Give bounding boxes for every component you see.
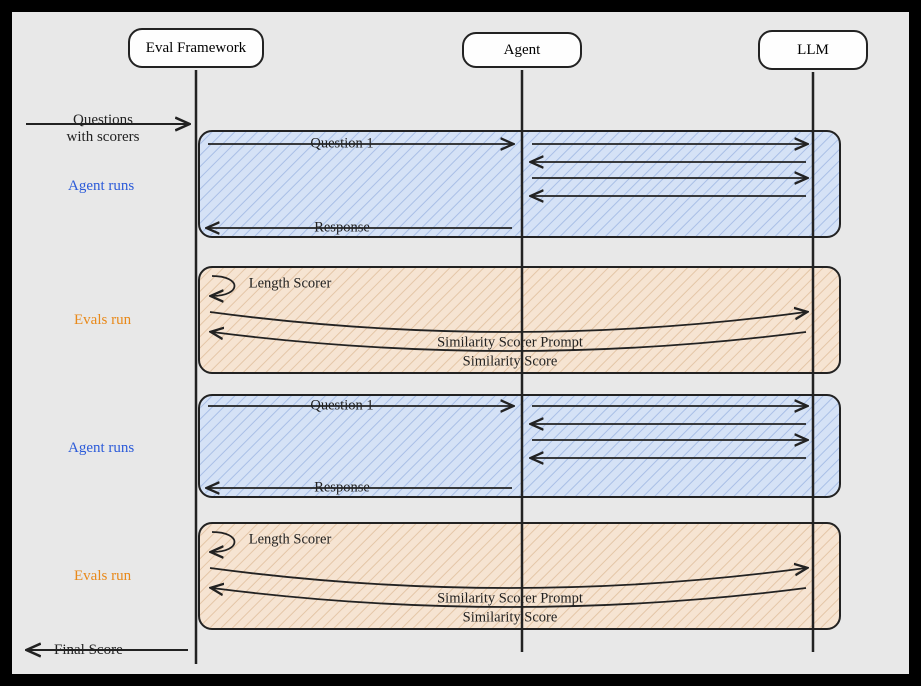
arrow-sim-score-1 <box>212 332 806 351</box>
self-length-scorer-2 <box>212 532 235 552</box>
arrow-sim-prompt-2 <box>210 568 806 588</box>
diagram-svg <box>12 12 909 674</box>
self-length-scorer-1 <box>212 276 235 296</box>
sequence-diagram: Eval Framework Agent LLM Questions wit <box>12 12 909 674</box>
arrow-sim-score-2 <box>212 588 806 607</box>
arrow-sim-prompt-1 <box>210 312 806 332</box>
